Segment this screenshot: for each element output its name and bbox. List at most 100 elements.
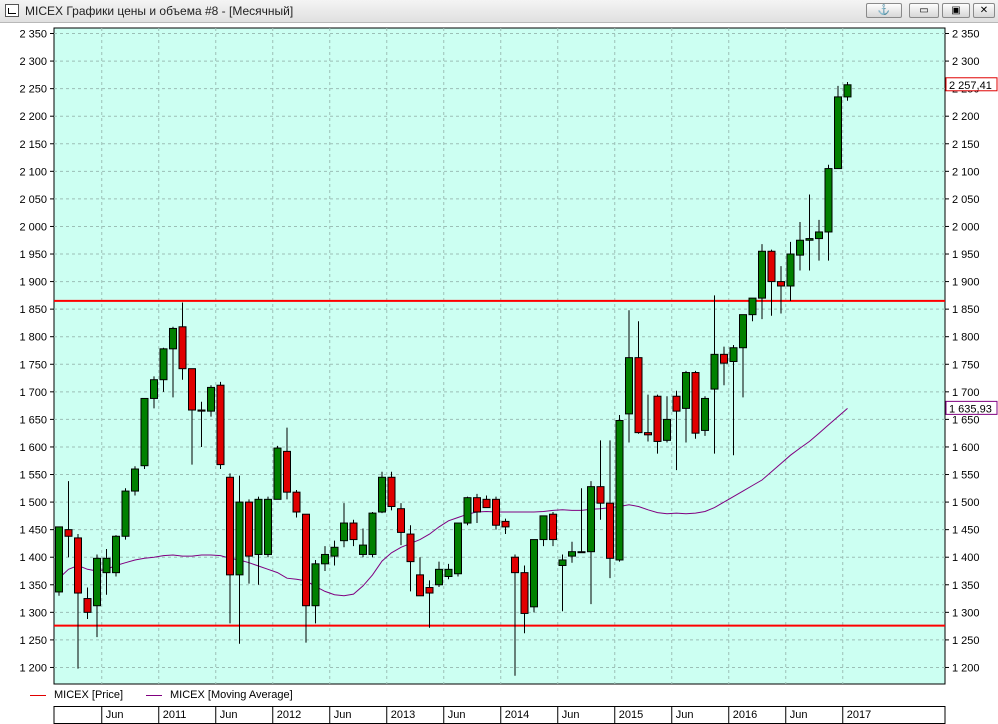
y-tick-label: 2 000 [19,221,47,233]
candle-body [435,568,443,586]
time-axis-label: 2011 [163,709,187,721]
candle-body [330,546,339,557]
y-tick-label: 1 300 [952,607,980,619]
candle [691,370,700,439]
legend-item-price: MICEX [Price] [30,689,150,703]
y-tick-label: 1 850 [19,304,47,316]
candle-body [758,250,766,299]
time-axis-label: 2012 [277,709,301,721]
candle-body [283,450,291,493]
candle [701,396,709,436]
price-chart[interactable]: 1 200 1 250 1 300 1 350 1 400 1 450 1 500 1 550… [0,26,998,686]
candle-body [444,568,453,578]
candle-body [482,498,491,509]
candle-body [834,96,842,170]
candle-body [397,508,405,533]
anchor-button[interactable]: ⚓ [866,3,902,18]
time-axis-label: Jun [334,709,352,721]
candle [387,471,396,511]
time-axis-label: 2013 [391,709,415,721]
y-tick-label: 2 200 [19,111,47,123]
candle-body [359,544,367,555]
y-tick-label: 1 550 [19,470,47,482]
candle-body [406,533,415,563]
y-tick-label: 2 050 [952,194,980,206]
time-axis[interactable]: Jun 2011 Jun 2012 Jun 2013 Jun 2014 Jun 2015 Jun 20… [0,706,998,724]
candle-body [235,501,244,576]
y-tick-label: 1 750 [952,359,980,371]
candle-body [150,379,158,399]
y-tick-label: 1 900 [19,277,47,289]
candle-body [226,476,234,576]
candle-body [748,297,757,316]
candle-body [140,397,149,467]
y-tick-label: 1 850 [952,304,980,316]
legend-label-moving-average: MICEX [Moving Average] [170,689,293,701]
candle-body [416,574,424,597]
close-button[interactable]: ✕ [973,3,995,18]
candle-body [767,250,776,283]
y-tick-label: 1 250 [19,635,47,647]
maximize-button[interactable]: ▣ [942,3,970,18]
y-tick-label: 1 700 [19,387,47,399]
candle-body [530,539,538,608]
last-price-label-text: 2 257,41 [949,80,992,92]
chart-window-icon [5,4,19,17]
candle-body [739,314,747,349]
time-axis-label: 2017 [847,709,871,721]
legend-swatch-moving-average [146,695,162,696]
legend-label-price: MICEX [Price] [54,689,124,701]
candle-body [264,498,272,555]
candle-body [815,231,823,240]
candle-body [587,486,595,553]
y-tick-label: 2 300 [952,56,980,68]
candle-body [93,557,101,607]
y-tick-label: 2 150 [952,139,980,151]
y-tick-label: 1 450 [952,525,980,537]
candle-body [511,556,519,574]
candle-body [672,395,681,412]
y-tick-label: 1 950 [952,249,980,261]
candle [131,466,139,496]
candle-body [74,537,82,594]
minimize-button[interactable]: ▭ [909,3,939,18]
candle-body [710,353,719,390]
candle [368,512,377,558]
candle-body [606,502,614,559]
time-axis-label: 2015 [619,709,643,721]
candle-body [549,513,557,541]
y-tick-label: 1 300 [19,607,47,619]
moving-average-value-label: 1 635,93 [945,400,998,415]
candle-body [197,409,206,412]
candle [121,488,130,540]
candle-body [207,386,215,412]
y-tick-label: 1 750 [19,359,47,371]
time-axis-label: Jun [448,709,466,721]
y-tick-label: 1 200 [19,662,47,674]
y-tick-label: 1 500 [952,497,980,509]
y-tick-label: 1 400 [19,552,47,564]
candle [378,471,386,514]
candle-body [729,347,738,363]
candle-body [824,168,833,233]
candle-body [777,281,785,287]
legend-swatch-price [30,695,46,696]
y-tick-label: 1 500 [19,497,47,509]
candle-body [501,520,510,528]
candle [216,381,225,470]
candle-body [843,84,852,98]
y-tick-label: 1 700 [952,387,980,399]
candle-body [425,587,434,594]
time-axis-label: Jun [676,709,694,721]
y-tick-label: 1 800 [19,332,47,344]
candle-body [349,522,358,541]
candle-body [663,418,671,441]
window-title: MICEX Графики цены и объема #8 - [Месячн… [25,4,294,18]
candle-body [378,476,386,513]
y-tick-label: 1 350 [19,580,47,592]
moving-average-value-label-text: 1 635,93 [949,403,992,415]
y-tick-label: 2 050 [19,194,47,206]
candle-body [473,497,481,513]
candle-body [644,432,652,436]
candle-body [121,490,130,537]
